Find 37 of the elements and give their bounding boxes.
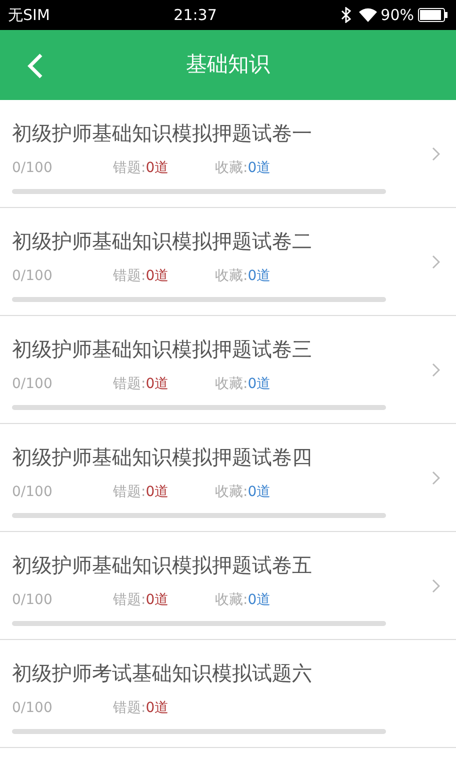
clock-time: 21:37 [172,4,218,26]
progress-count: 0/100 [12,158,54,178]
wrong-count: 错题:0道 [113,158,170,178]
wrong-count: 错题:0道 [113,698,170,718]
paper-item[interactable]: 初级护师基础知识模拟押题试卷五 0/100 错题:0道 收藏:0道 [0,532,456,640]
paper-title: 初级护师考试基础知识模拟试题六 [12,660,313,686]
paper-item[interactable]: 初级护师基础知识模拟押题试卷一 0/100 错题:0道 收藏:0道 [0,100,456,208]
paper-title: 初级护师基础知识模拟押题试卷二 [12,228,313,254]
favorite-count: 收藏:0道 [215,374,271,394]
progress-count: 0/100 [12,482,54,502]
battery-icon [418,8,448,22]
progress-count: 0/100 [12,266,54,286]
bluetooth-icon [340,7,351,23]
wrong-count: 错题:0道 [113,590,170,610]
page-title: 基础知识 [186,51,270,78]
progress-count: 0/100 [12,374,54,394]
paper-item[interactable]: 初级护师考试基础知识模拟试题六 0/100 错题:0道 [0,640,456,748]
favorite-count: 收藏:0道 [215,266,271,286]
paper-title: 初级护师基础知识模拟押题试卷三 [12,336,313,362]
paper-item[interactable]: 初级护师基础知识模拟押题试卷二 0/100 错题:0道 收藏:0道 [0,208,456,316]
wrong-count: 错题:0道 [113,374,170,394]
paper-title: 初级护师基础知识模拟押题试卷四 [12,444,313,470]
wifi-icon [358,8,377,22]
carrier-text: 无SIM [8,4,50,26]
progress-count: 0/100 [12,590,54,610]
paper-title: 初级护师基础知识模拟押题试卷一 [12,120,313,146]
favorite-count: 收藏:0道 [215,482,271,502]
progress-count: 0/100 [12,698,54,718]
back-icon [27,53,43,79]
favorite-count: 收藏:0道 [215,590,271,610]
paper-title: 初级护师基础知识模拟押题试卷五 [12,552,313,578]
paper-item[interactable]: 初级护师基础知识模拟押题试卷三 0/100 错题:0道 收藏:0道 [0,316,456,424]
battery-percent: 90% [380,4,414,26]
favorite-count: 收藏:0道 [215,158,271,178]
wrong-count: 错题:0道 [113,266,170,286]
wrong-count: 错题:0道 [113,482,170,502]
paper-item[interactable]: 初级护师基础知识模拟押题试卷四 0/100 错题:0道 收藏:0道 [0,424,456,532]
